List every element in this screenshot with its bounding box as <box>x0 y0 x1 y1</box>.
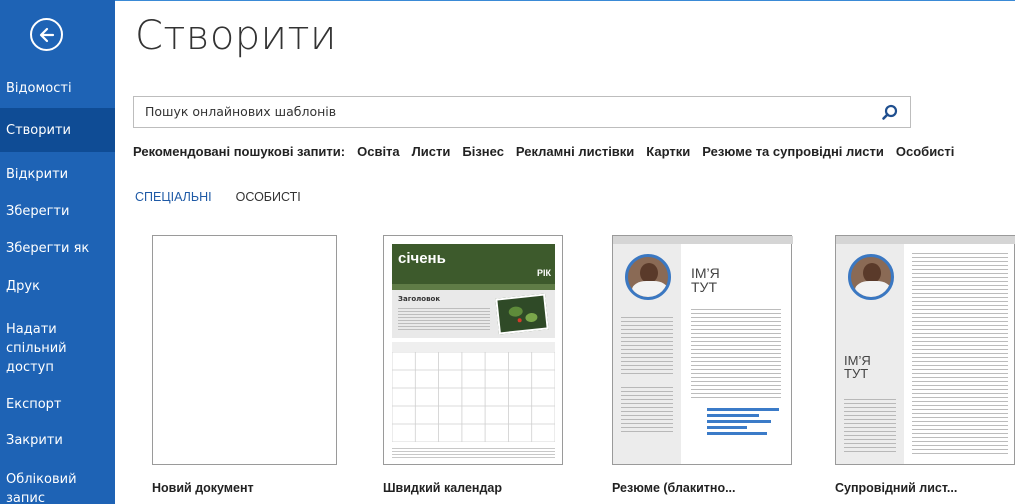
suggested-search-link[interactable]: Особисті <box>896 144 955 159</box>
sidebar-item-label: Зберегти як <box>6 240 90 256</box>
template-card-calendar[interactable]: січень РІК Заголовок <box>383 235 563 465</box>
sidebar-item-save[interactable]: Зберегти <box>0 200 115 222</box>
sidebar-item-print[interactable]: Друк <box>0 275 115 297</box>
suggested-searches: Рекомендовані пошукові запити: Освіта Ли… <box>133 144 954 159</box>
template-label: Резюме (блакитно... <box>612 481 736 495</box>
calendar-grid <box>392 342 555 442</box>
back-arrow-icon[interactable] <box>30 18 63 51</box>
resume-name: ІМ’Я ТУТ <box>691 265 720 295</box>
calendar-month: січень <box>398 250 446 267</box>
template-card-resume[interactable]: ІМ’Я ТУТ <box>612 235 793 465</box>
resume-skills-bars <box>691 408 781 435</box>
calendar-year: РІК <box>537 268 551 278</box>
sidebar-item-save-as[interactable]: Зберегти як <box>0 237 115 259</box>
search-bar[interactable]: Пошук онлайнових шаблонів <box>133 96 911 128</box>
cover-body-text <box>912 250 1008 455</box>
template-label: Новий документ <box>152 481 254 495</box>
suggested-search-link[interactable]: Картки <box>646 144 690 159</box>
resume-photo <box>625 254 671 300</box>
tab-featured[interactable]: СПЕЦІАЛЬНІ <box>135 190 212 204</box>
calendar-header: січень РІК <box>392 244 555 290</box>
sidebar-item-share[interactable]: Надати спільний доступ <box>0 318 115 378</box>
sidebar-item-label: Відомості <box>6 80 72 96</box>
calendar-photo <box>495 293 549 335</box>
cover-sidebar: ІМ’Я ТУТ <box>836 244 904 464</box>
template-card-cover-letter[interactable]: ІМ’Я ТУТ <box>835 235 1015 465</box>
sidebar-item-close[interactable]: Закрити <box>0 429 115 451</box>
search-input[interactable]: Пошук онлайнових шаблонів <box>145 104 336 119</box>
cover-photo <box>848 254 894 300</box>
word-backstage-window: Відомості Створити Відкрити Зберегти Збе… <box>0 0 1015 504</box>
sidebar: Відомості Створити Відкрити Зберегти Збе… <box>0 0 115 504</box>
template-label: Супровідний лист... <box>835 481 958 495</box>
sidebar-item-label: Надати спільний доступ <box>6 321 67 375</box>
sidebar-item-export[interactable]: Експорт <box>0 393 115 415</box>
sidebar-item-label: Відкрити <box>6 166 69 182</box>
suggested-search-link[interactable]: Листи <box>412 144 451 159</box>
page-title: Створити <box>135 13 337 59</box>
resume-sidebar <box>613 244 681 464</box>
suggested-search-link[interactable]: Рекламні листівки <box>516 144 634 159</box>
sidebar-item-label: Зберегти <box>6 203 70 219</box>
template-tabs: СПЕЦІАЛЬНІ ОСОБИСТІ <box>135 190 301 204</box>
sidebar-item-new[interactable]: Створити <box>0 108 115 152</box>
calendar-heading: Заголовок <box>398 295 441 303</box>
sidebar-item-account[interactable]: Обліковий запис <box>0 470 110 504</box>
calendar-footer-text <box>392 446 555 458</box>
main-panel: Створити Пошук онлайнових шаблонів Реком… <box>115 0 1015 504</box>
sidebar-item-open[interactable]: Відкрити <box>0 163 115 185</box>
sidebar-item-label: Обліковий запис <box>6 472 77 504</box>
calendar-intro: Заголовок <box>392 290 555 338</box>
resume-body-text <box>691 306 781 401</box>
suggested-search-link[interactable]: Освіта <box>357 144 400 159</box>
sidebar-item-label: Друк <box>6 278 40 294</box>
template-card-blank-document[interactable] <box>152 235 337 465</box>
suggested-searches-label: Рекомендовані пошукові запити: <box>133 144 346 159</box>
search-icon[interactable] <box>880 103 900 123</box>
template-label: Швидкий календар <box>383 481 502 495</box>
sidebar-item-label: Створити <box>6 122 71 138</box>
tab-personal[interactable]: ОСОБИСТІ <box>236 190 301 204</box>
sidebar-item-label: Експорт <box>6 396 62 412</box>
calendar-body-text <box>398 306 490 332</box>
suggested-search-link[interactable]: Бізнес <box>462 144 504 159</box>
cover-name: ІМ’Я ТУТ <box>844 353 871 381</box>
sidebar-item-info[interactable]: Відомості <box>0 77 115 99</box>
sidebar-item-label: Закрити <box>6 432 63 448</box>
suggested-search-link[interactable]: Резюме та супровідні листи <box>702 144 884 159</box>
